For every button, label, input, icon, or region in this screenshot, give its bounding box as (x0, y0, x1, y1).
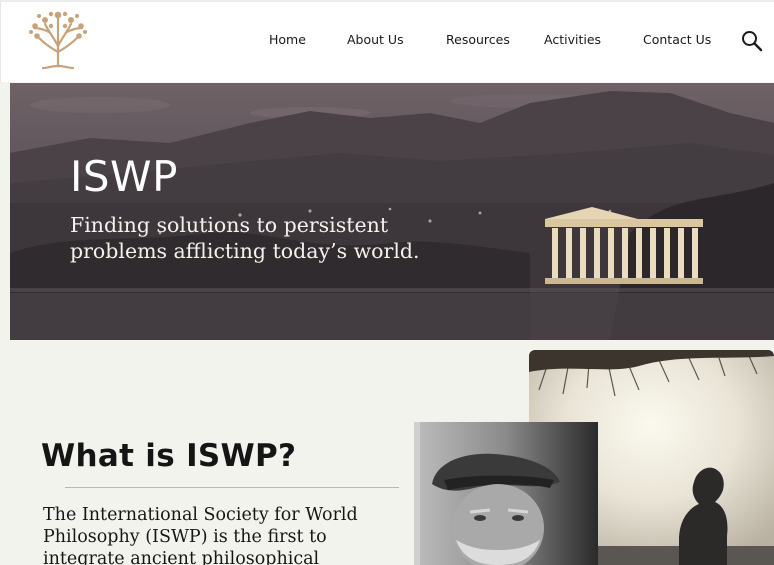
hero-subtitle: Finding solutions to persistent problems… (70, 213, 420, 263)
about-heading: What is ISWP? (41, 438, 297, 474)
nav-resources[interactable]: Resources (446, 32, 510, 47)
about-body: The International Society for World Phil… (43, 505, 358, 565)
about-divider (65, 487, 399, 488)
nav-activities[interactable]: Activities (544, 32, 601, 47)
nav-home[interactable]: Home (269, 32, 306, 47)
nav-about-us[interactable]: About Us (347, 32, 404, 47)
hero-banner: ISWP Finding solutions to persistent pro… (10, 83, 774, 340)
old-man-portrait-photo (414, 422, 598, 565)
site-header: Home About Us Resources Activities Conta… (0, 2, 774, 82)
nav-contact-us[interactable]: Contact Us (643, 32, 711, 47)
hero-title: ISWP (70, 152, 178, 201)
search-icon[interactable] (741, 30, 763, 52)
tree-logo-icon[interactable] (25, 8, 91, 70)
